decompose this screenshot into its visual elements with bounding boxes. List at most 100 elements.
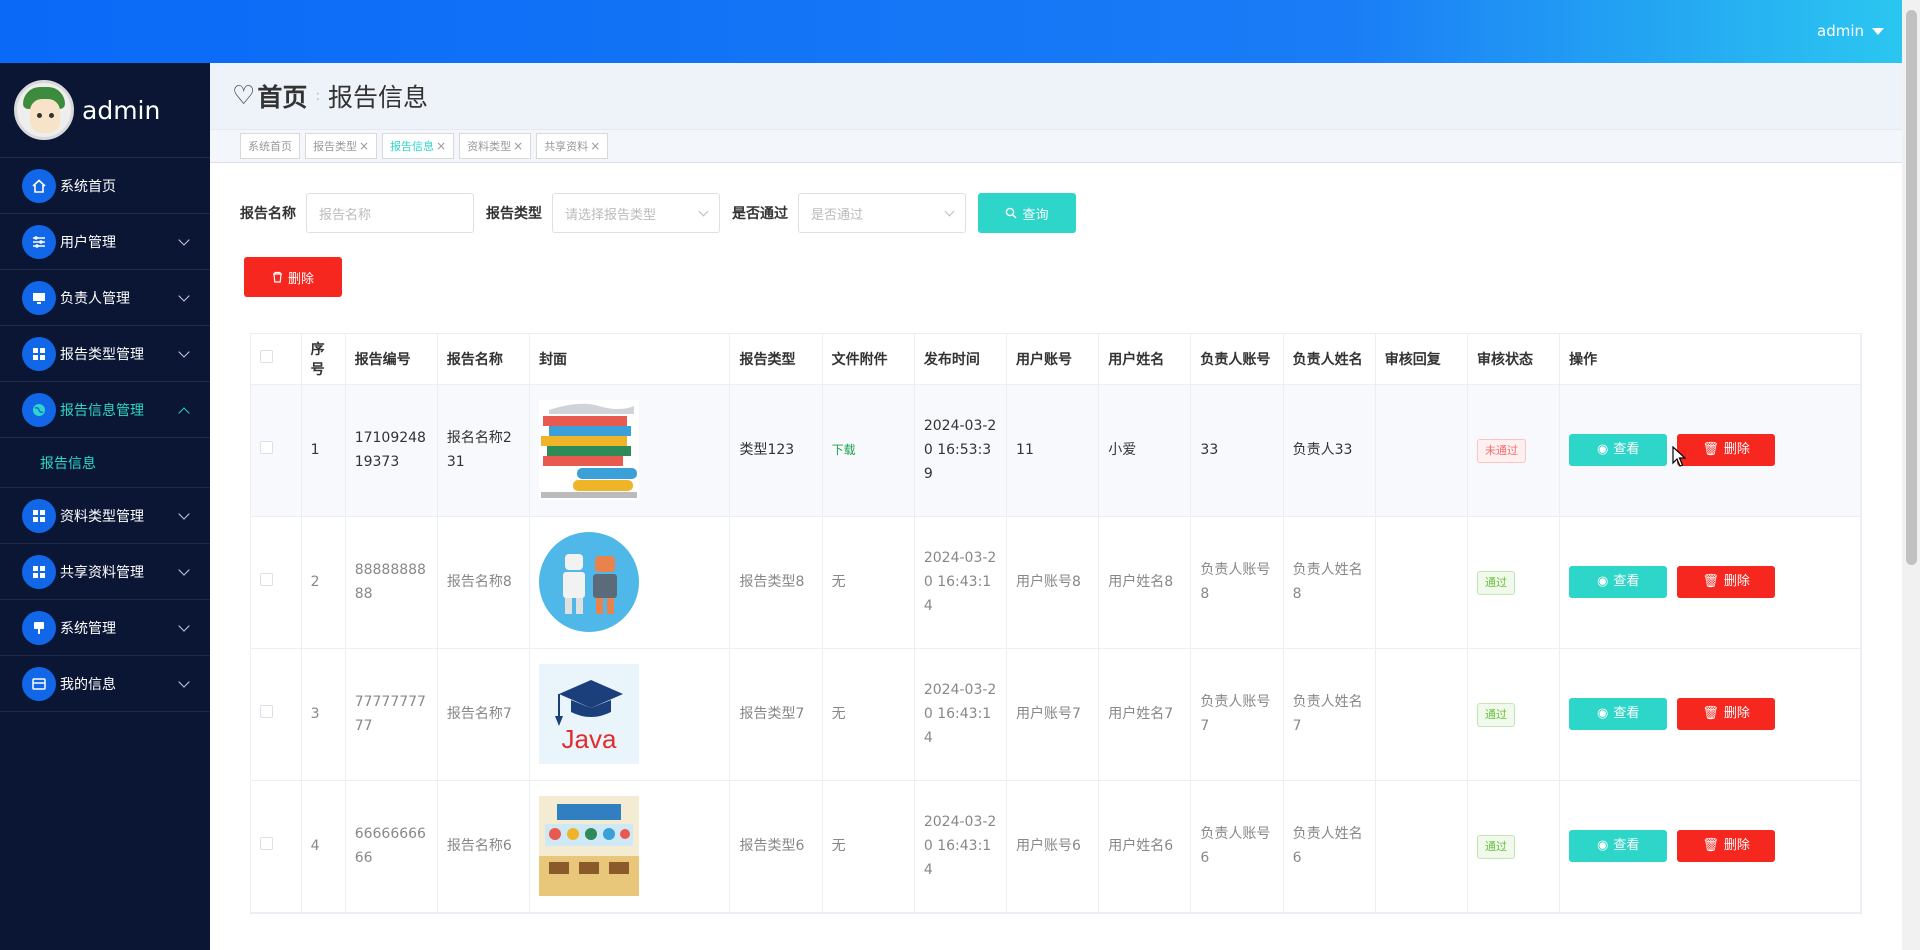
tag-report-info[interactable]: 报告信息 × [382,133,455,159]
sidebar-item-report-info-management[interactable]: 报告信息管理 [0,382,210,438]
row-checkbox[interactable] [260,573,273,586]
select-all-checkbox[interactable] [260,350,273,364]
column-header: 用户姓名 [1098,334,1192,385]
column-header: 用户账号 [1006,334,1100,385]
sidebar-item-report-type-management[interactable]: 报告类型管理 [0,326,210,382]
delete-button-label: 删除 [1723,706,1750,721]
cell-no: 2 [301,516,346,649]
cell-file: 无 [822,780,915,913]
sidebar-subitem-report-info[interactable]: 报告信息 [0,438,210,488]
breadcrumb-home[interactable]: 首页 [257,78,307,114]
svg-text:Java: Java [562,724,617,754]
is-passed-label: 是否通过 [732,206,788,222]
view-button[interactable]: ◉ 查看 [1569,830,1668,862]
trash-icon: 🗑 [1702,442,1719,457]
sidebar-item-home[interactable]: 系统首页 [0,158,210,214]
row-checkbox[interactable] [260,441,273,454]
cell-manager-name: 负责人姓名6 [1283,780,1376,913]
cell-time: 2024-03-20 16:53:39 [914,384,1008,517]
scrollbar-thumb[interactable] [1906,10,1917,565]
cell-account: 用户账号7 [1006,648,1100,781]
breadcrumb: ♡ 首页 : 报告信息 [210,63,1902,129]
report-name-input[interactable]: 报告名称 [306,193,474,233]
cell-manager-name: 负责人姓名8 [1283,516,1376,649]
cell-no: 1 [301,384,346,517]
sidebar-item-label: 报告类型管理 [60,346,144,363]
sidebar-item-user-management[interactable]: 用户管理 [0,214,210,270]
cell-account: 11 [1006,384,1100,517]
cover-image-java[interactable]: Java [539,664,640,764]
delete-button[interactable]: 🗑 删除 [1677,434,1776,466]
column-header: 报告名称 [437,334,531,385]
trash-icon: 🗑 [1702,706,1719,721]
tag-shared-material[interactable]: 共享资料 × [536,133,609,159]
grid-icon [22,336,56,371]
caret-down-icon [1872,27,1884,35]
view-button[interactable]: ◉ 查看 [1569,434,1668,466]
table-row: 4 6666666666 报告名称6 报告类型6 无 2024-03-20 16… [251,780,1861,913]
batch-delete-button[interactable]: 删除 [244,257,342,297]
cell-cover: Java [529,648,731,781]
table-row: 2 8888888888 报告名称8 报告类型8 无 2024-03-20 16… [251,516,1861,649]
column-header: 负责人账号 [1190,334,1284,385]
report-type-select[interactable]: 请选择报告类型 [552,193,720,233]
cover-image-classroom[interactable] [539,796,640,896]
query-button[interactable]: 查询 [978,193,1076,233]
cell-no: 4 [301,780,346,913]
eye-icon: ◉ [1596,574,1609,589]
row-checkbox[interactable] [260,837,273,850]
sidebar-item-material-type-management[interactable]: 资料类型管理 [0,488,210,544]
sidebar-item-label: 资料类型管理 [60,508,144,525]
eye-icon: ◉ [1596,442,1609,457]
report-name-placeholder: 报告名称 [319,207,372,223]
grid-icon [22,554,56,589]
table-row: 3 7777777777 报告名称7 Java 报告类型7 无 2024-03-… [251,648,1861,781]
cell-code: 6666666666 [345,780,438,913]
delete-button[interactable]: 🗑 删除 [1677,830,1776,862]
close-icon[interactable]: × [436,139,446,153]
tag-report-type[interactable]: 报告类型 × [305,133,378,159]
search-form: 报告名称 报告名称 报告类型 请选择报告类型 是否通过 是否通过 查询 [240,193,1076,233]
cell-code: 1710924819373 [345,384,438,517]
close-icon[interactable]: × [590,139,600,153]
grid-icon [22,498,56,533]
cover-image-books[interactable] [539,400,640,500]
query-button-label: 查询 [1022,207,1049,223]
sidebar-item-manager-management[interactable]: 负责人管理 [0,270,210,326]
sidebar-item-my-info[interactable]: 我的信息 [0,656,210,712]
tag-material-type[interactable]: 资料类型 × [459,133,532,159]
eye-icon: ◉ [1596,838,1609,853]
close-icon[interactable]: × [359,139,369,153]
cell-manager-account: 负责人账号6 [1190,780,1284,913]
tag-home[interactable]: 系统首页 [240,133,300,159]
column-header: 序号 [301,334,346,385]
profile-name: admin [82,95,161,125]
report-table: 序号 报告编号 报告名称 封面 报告类型 文件附件 发布时间 用户账号 用户姓名… [250,333,1862,914]
delete-button[interactable]: 🗑 删除 [1677,698,1776,730]
view-button[interactable]: ◉ 查看 [1569,566,1668,598]
avatar [14,80,74,140]
status-badge: 通过 [1476,570,1515,595]
chevron-down-icon [944,206,955,217]
page-scrollbar[interactable] [1902,0,1920,950]
is-passed-select[interactable]: 是否通过 [798,193,966,233]
select-all-cell[interactable] [251,334,302,385]
download-link[interactable]: 下载 [832,443,856,457]
row-checkbox[interactable] [260,705,273,718]
column-header: 审核回复 [1375,334,1468,385]
delete-button[interactable]: 🗑 删除 [1677,566,1776,598]
report-name-label: 报告名称 [240,206,296,222]
cell-no: 3 [301,648,346,781]
sidebar-item-shared-material-management[interactable]: 共享资料管理 [0,544,210,600]
view-button-label: 查看 [1613,574,1640,589]
view-button[interactable]: ◉ 查看 [1569,698,1668,730]
cell-username: 用户姓名8 [1098,516,1192,649]
tag-label: 共享资料 [544,140,589,153]
close-icon[interactable]: × [513,139,523,153]
cover-image-robots[interactable] [539,532,640,632]
user-dropdown[interactable]: admin [1817,22,1884,40]
delete-button-label: 删除 [1723,442,1750,457]
cell-type: 报告类型6 [729,780,823,913]
chevron-down-icon [178,234,190,246]
sidebar-item-system-management[interactable]: 系统管理 [0,600,210,656]
